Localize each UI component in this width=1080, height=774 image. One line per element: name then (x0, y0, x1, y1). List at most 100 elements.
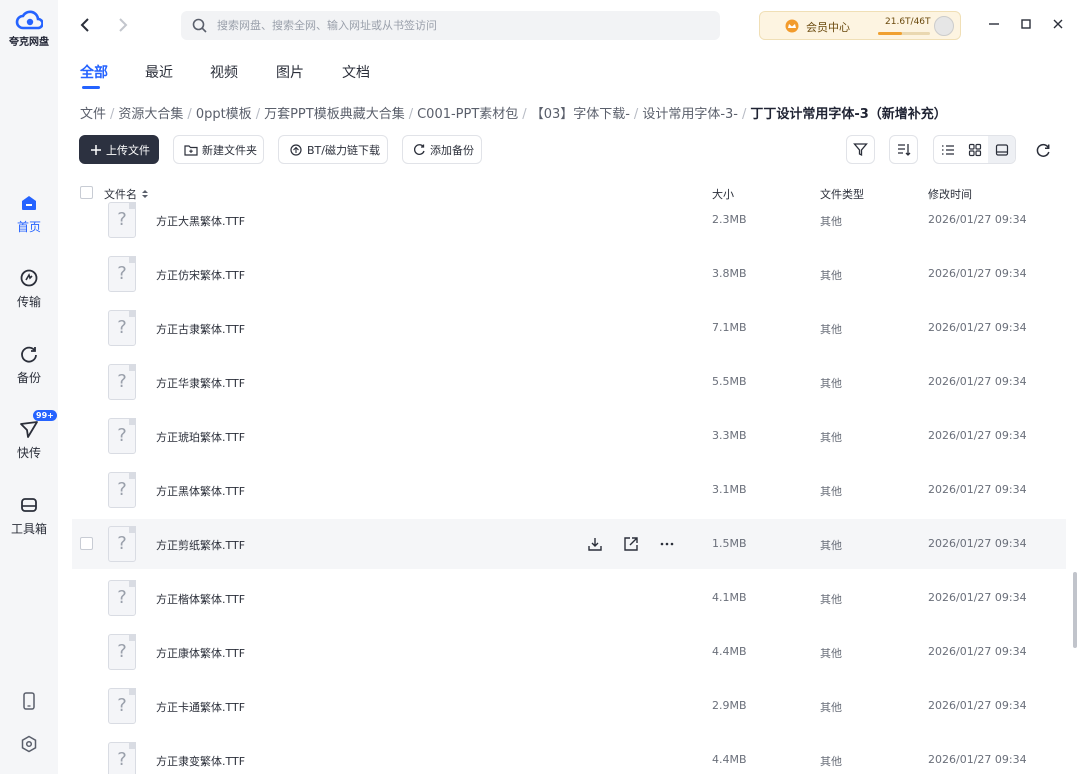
transfer-icon (20, 269, 38, 287)
file-size: 2.3MB (712, 213, 747, 226)
search-input[interactable] (217, 11, 707, 40)
close-icon (1053, 19, 1063, 29)
send-icon (20, 421, 38, 438)
app-logo[interactable]: 夸克网盘 (0, 8, 58, 48)
storage-progress-fill (878, 32, 903, 35)
add-backup-button-label: 添加备份 (430, 143, 474, 157)
table-row[interactable]: ? 方正黑体繁体.TTF 3.1MB 其他 2026/01/27 09:34 (72, 465, 1066, 515)
maximize-button[interactable] (1018, 16, 1034, 32)
unknown-file-icon: ? (108, 472, 136, 508)
table-row[interactable]: ? 方正卡通繁体.TTF 2.9MB 其他 2026/01/27 09:34 (72, 681, 1066, 731)
settings-button[interactable] (0, 735, 58, 757)
table-row[interactable]: ? 方正大黑繁体.TTF 2.3MB 其他 2026/01/27 09:34 (72, 196, 1066, 245)
vip-label: 会员中心 (806, 21, 850, 34)
breadcrumb: 文件 / 资源大合集/0ppt模板 / 万套PPT模板典藏大合集 / C001-PPT素材包… (80, 107, 947, 122)
storage-quota: 21.6T/46T (885, 17, 931, 27)
minimize-button[interactable] (986, 16, 1002, 32)
sidebar-item-backup[interactable]: 备份 (0, 343, 58, 386)
file-modified-time: 2026/01/27 09:34 (928, 267, 1027, 280)
sidebar-item-home[interactable]: 首页 (0, 192, 58, 235)
file-type: 其他 (820, 593, 842, 606)
table-row[interactable]: ? 方正琥珀繁体.TTF 3.3MB 其他 2026/01/27 09:34 (72, 411, 1066, 461)
file-name[interactable]: 方正华隶繁体.TTF (156, 375, 245, 391)
table-row[interactable]: ? 方正隶变繁体.TTF 4.4MB 其他 2026/01/27 09:34 (72, 735, 1066, 774)
file-name[interactable]: 方正仿宋繁体.TTF (156, 267, 245, 283)
forward-button[interactable] (110, 13, 134, 37)
tab-video[interactable]: 视频 (210, 62, 238, 82)
file-size: 3.1MB (712, 483, 747, 496)
file-type: 其他 (820, 755, 842, 768)
share-icon (624, 537, 638, 551)
bt-download-button[interactable]: BT/磁力链下载 (278, 135, 388, 164)
upload-button[interactable]: 上传文件 (79, 135, 159, 164)
sort-button[interactable] (889, 135, 918, 164)
breadcrumb-item[interactable]: 设计常用字体-3- (642, 107, 738, 122)
search-bar[interactable] (181, 11, 720, 40)
more-button[interactable] (658, 535, 676, 553)
file-modified-time: 2026/01/27 09:34 (928, 699, 1027, 712)
sidebar-item-send[interactable]: 99+ 快传 (0, 410, 58, 461)
preview-view-button[interactable] (988, 136, 1015, 163)
back-button[interactable] (74, 13, 98, 37)
file-type: 其他 (820, 539, 842, 552)
grid-view-button[interactable] (961, 136, 988, 163)
table-row[interactable]: ? 方正华隶繁体.TTF 5.5MB 其他 2026/01/27 09:34 (72, 357, 1066, 407)
active-tab-indicator (82, 86, 100, 89)
close-button[interactable] (1050, 16, 1066, 32)
file-name[interactable]: 方正黑体繁体.TTF (156, 483, 245, 499)
tab-recent[interactable]: 最近 (145, 62, 173, 82)
breadcrumb-item[interactable]: 资源大合集 (118, 107, 183, 122)
breadcrumb-item[interactable]: 文件 (80, 107, 106, 122)
breadcrumb-item[interactable]: 【03】字体下载- (531, 107, 630, 122)
file-name[interactable]: 方正大黑繁体.TTF (156, 213, 245, 229)
file-size: 4.4MB (712, 645, 747, 658)
file-name[interactable]: 方正古隶繁体.TTF (156, 321, 245, 337)
file-name[interactable]: 方正隶变繁体.TTF (156, 753, 245, 769)
vip-center[interactable]: 会员中心 21.6T/46T (759, 11, 961, 40)
list-view-icon (941, 144, 954, 155)
tab-document[interactable]: 文档 (342, 62, 370, 82)
phone-button[interactable] (0, 692, 58, 714)
refresh-button[interactable] (1034, 141, 1052, 159)
sidebar-item-toolbox[interactable]: 工具箱 (0, 494, 58, 537)
sidebar: 夸克网盘 首页 传输 备份 99+ 快传 工具箱 (0, 0, 58, 774)
file-name[interactable]: 方正琥珀繁体.TTF (156, 429, 245, 445)
sidebar-item-label: 传输 (16, 295, 41, 309)
file-name[interactable]: 方正楷体繁体.TTF (156, 591, 245, 607)
file-modified-time: 2026/01/27 09:34 (928, 213, 1027, 226)
file-list: ? 方正大黑繁体.TTF 2.3MB 其他 2026/01/27 09:34? 方正仿宋繁… (72, 196, 1066, 774)
tab-all[interactable]: 全部 (80, 62, 108, 82)
sort-icon (898, 144, 911, 156)
file-modified-time: 2026/01/27 09:34 (928, 375, 1027, 388)
table-row[interactable]: ? 方正剪纸繁体.TTF 1.5MB 其他 2026/01/27 09:34 (72, 519, 1066, 569)
new-folder-button[interactable]: 新建文件夹 (173, 135, 264, 164)
filter-button[interactable] (846, 135, 875, 164)
avatar[interactable] (934, 16, 954, 36)
sidebar-item-transfer[interactable]: 传输 (0, 267, 58, 310)
add-backup-button[interactable]: 添加备份 (402, 135, 482, 164)
breadcrumb-item[interactable]: 万套PPT模板典藏大合集 (264, 107, 405, 122)
table-row[interactable]: ? 方正康体繁体.TTF 4.4MB 其他 2026/01/27 09:34 (72, 627, 1066, 677)
table-row[interactable]: ? 方正楷体繁体.TTF 4.1MB 其他 2026/01/27 09:34 (72, 573, 1066, 623)
row-checkbox[interactable] (80, 537, 93, 550)
breadcrumb-item[interactable]: 0ppt模板 (196, 107, 252, 122)
file-modified-time: 2026/01/27 09:34 (928, 537, 1027, 550)
unknown-file-icon: ? (108, 418, 136, 454)
download-button[interactable] (586, 535, 604, 553)
file-name[interactable]: 方正康体繁体.TTF (156, 645, 245, 661)
bt-download-button-label: BT/磁力链下载 (307, 143, 380, 157)
file-name[interactable]: 方正卡通繁体.TTF (156, 699, 245, 715)
scrollbar[interactable] (1073, 572, 1077, 648)
file-name[interactable]: 方正剪纸繁体.TTF (156, 537, 245, 553)
tab-image[interactable]: 图片 (276, 62, 304, 82)
unknown-file-icon: ? (108, 256, 136, 292)
unknown-file-icon: ? (108, 526, 136, 562)
breadcrumb-item[interactable]: C001-PPT素材包 (417, 107, 518, 122)
file-size: 3.8MB (712, 267, 747, 280)
table-row[interactable]: ? 方正古隶繁体.TTF 7.1MB 其他 2026/01/27 09:34 (72, 303, 1066, 353)
list-view-button[interactable] (934, 136, 961, 163)
share-button[interactable] (622, 535, 640, 553)
table-row[interactable]: ? 方正仿宋繁体.TTF 3.8MB 其他 2026/01/27 09:34 (72, 249, 1066, 299)
file-modified-time: 2026/01/27 09:34 (928, 321, 1027, 334)
file-type: 其他 (820, 647, 842, 660)
